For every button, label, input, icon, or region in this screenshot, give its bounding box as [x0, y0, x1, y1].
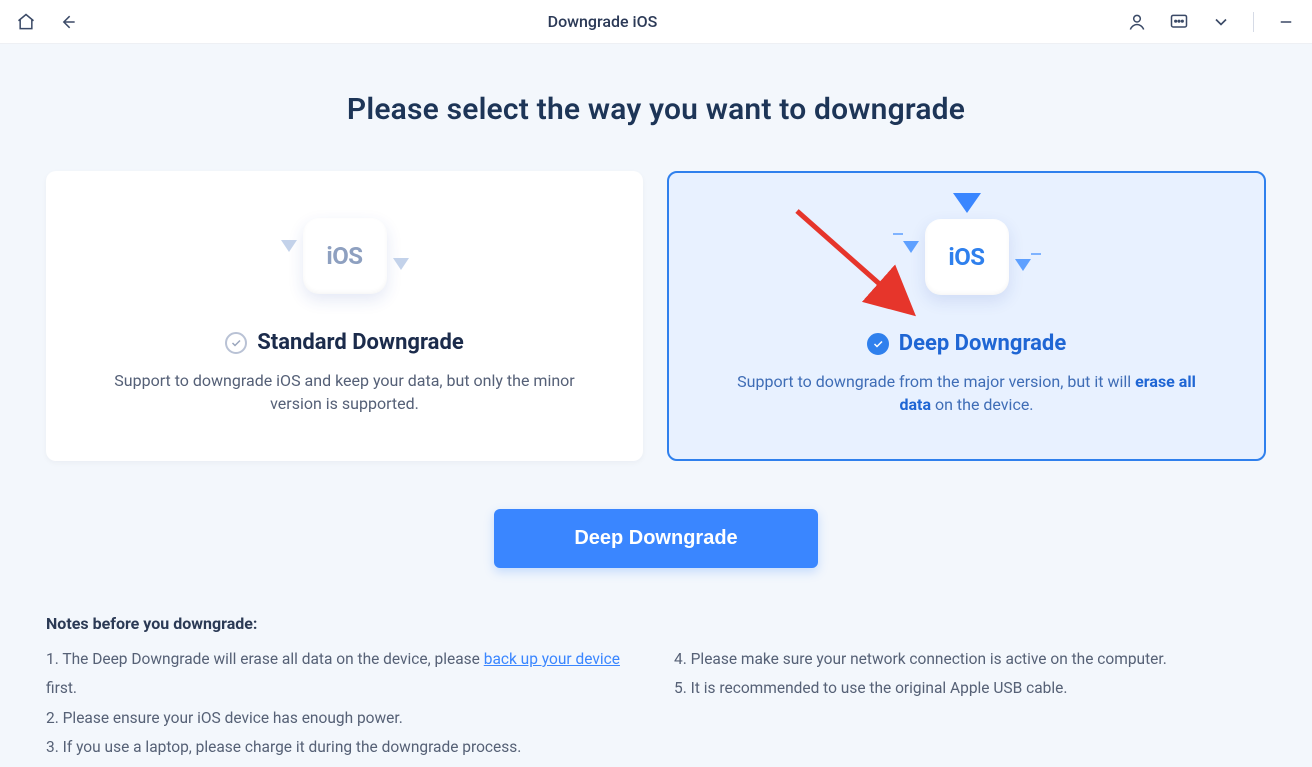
feedback-icon[interactable]: [1165, 8, 1193, 36]
deep-card-title: Deep Downgrade: [899, 331, 1066, 356]
desc-prefix: Support to downgrade from the major vers…: [737, 372, 1135, 391]
option-cards-row: iOS Standard Downgrade Support to downgr…: [46, 171, 1266, 461]
separator: [1253, 12, 1254, 32]
arrow-down-icon: [281, 240, 297, 252]
titlebar: Downgrade iOS: [0, 0, 1312, 44]
big-arrow-down-icon: [953, 193, 981, 213]
card-deep-downgrade[interactable]: iOS Deep Downgrade Support to downgrade …: [667, 171, 1266, 461]
deep-card-desc: Support to downgrade from the major vers…: [727, 370, 1207, 416]
ios-label: iOS: [326, 242, 362, 270]
desc-suffix: on the device.: [931, 395, 1034, 414]
notes-title: Notes before you downgrade:: [46, 614, 1266, 633]
note-item: 4. Please make sure your network connect…: [674, 645, 1266, 674]
arrow-down-icon: [1015, 259, 1031, 271]
account-icon[interactable]: [1123, 8, 1151, 36]
standard-card-desc: Support to downgrade iOS and keep your d…: [105, 369, 585, 415]
arrow-down-icon: [903, 241, 919, 253]
notes-col-right: 4. Please make sure your network connect…: [674, 645, 1266, 763]
standard-illustration: iOS: [303, 200, 387, 312]
home-button[interactable]: [12, 8, 40, 36]
chevron-down-icon[interactable]: [1207, 8, 1235, 36]
notes-section: Notes before you downgrade: 1. The Deep …: [46, 614, 1266, 763]
minimize-button[interactable]: [1272, 8, 1300, 36]
radio-unselected-icon: [225, 332, 247, 354]
window-title: Downgrade iOS: [548, 12, 658, 31]
deep-illustration: iOS: [925, 201, 1009, 313]
main-content: Please select the way you want to downgr…: [0, 44, 1312, 767]
annotation-arrow-icon: [789, 203, 929, 323]
backup-link[interactable]: back up your device: [484, 650, 620, 668]
notes-col-left: 1. The Deep Downgrade will erase all dat…: [46, 645, 638, 763]
note-item: 3. If you use a laptop, please charge it…: [46, 733, 638, 762]
ios-label: iOS: [948, 243, 984, 271]
note-item: 5. It is recommended to use the original…: [674, 674, 1266, 703]
radio-selected-icon: [867, 333, 889, 355]
deep-downgrade-button[interactable]: Deep Downgrade: [494, 509, 817, 568]
card-standard-downgrade[interactable]: iOS Standard Downgrade Support to downgr…: [46, 171, 643, 461]
ios-box-icon: iOS: [925, 219, 1009, 295]
arrow-down-icon: [393, 258, 409, 270]
ios-box-icon: iOS: [303, 218, 387, 294]
note-item: 1. The Deep Downgrade will erase all dat…: [46, 645, 638, 704]
standard-card-title: Standard Downgrade: [257, 330, 463, 355]
note-item: 2. Please ensure your iOS device has eno…: [46, 704, 638, 733]
back-button[interactable]: [54, 8, 82, 36]
page-heading: Please select the way you want to downgr…: [46, 44, 1266, 171]
